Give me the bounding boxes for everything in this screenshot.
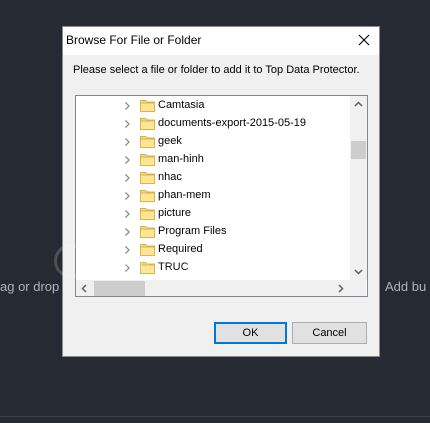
close-button[interactable] (349, 27, 379, 53)
tree-item-label: documents-export-2015-05-19 (158, 117, 306, 129)
tree-item-label: TRUC (158, 261, 189, 273)
folder-icon (140, 154, 155, 166)
cancel-button[interactable]: Cancel (292, 322, 367, 344)
scroll-right-button[interactable] (332, 280, 349, 296)
close-icon (358, 34, 370, 46)
chevron-right-icon[interactable] (122, 245, 132, 255)
dialog-title: Browse For File or Folder (66, 33, 202, 47)
chevron-right-icon[interactable] (122, 155, 132, 165)
tree-item-label: phan-mem (158, 189, 211, 201)
vertical-scroll-thumb[interactable] (351, 141, 366, 159)
scroll-up-button[interactable] (350, 96, 367, 113)
folder-icon (140, 226, 155, 238)
tree-item-label: geek (158, 135, 182, 147)
tree-item[interactable]: TRUC (76, 259, 349, 277)
folder-icon (140, 208, 155, 220)
tree-item-label: Required (158, 243, 203, 255)
chevron-right-icon[interactable] (122, 101, 132, 111)
chevron-right-icon[interactable] (122, 173, 132, 183)
dialog-titlebar: Browse For File or Folder (63, 27, 379, 55)
tree-item-label: Camtasia (158, 99, 205, 111)
drop-zone-hint: ag or drop (0, 279, 60, 294)
folder-tree[interactable]: Camtasia documents-export-2015-05-19 geek m… (75, 95, 368, 297)
tree-item[interactable]: Program Files (76, 223, 349, 241)
folder-icon (140, 100, 155, 112)
tree-item[interactable]: phan-mem (76, 187, 349, 205)
tree-item[interactable]: Camtasia (76, 97, 349, 115)
tree-item[interactable]: man-hinh (76, 151, 349, 169)
scroll-left-button[interactable] (76, 280, 93, 296)
folder-icon (140, 262, 155, 274)
scrollbar-corner (349, 280, 366, 296)
chevron-right-icon (338, 284, 344, 293)
folder-icon (140, 118, 155, 130)
chevron-right-icon[interactable] (122, 191, 132, 201)
folder-icon (140, 136, 155, 148)
tree-rows: Camtasia documents-export-2015-05-19 geek m… (76, 96, 349, 280)
browse-dialog: Browse For File or Folder Please select … (62, 26, 380, 357)
horizontal-scrollbar[interactable] (76, 280, 349, 296)
scroll-down-button[interactable] (350, 263, 367, 280)
add-button-hint: Add bu (385, 279, 427, 294)
ok-button[interactable]: OK (214, 322, 287, 344)
chevron-right-icon[interactable] (122, 119, 132, 129)
folder-icon (140, 190, 155, 202)
folder-icon (140, 172, 155, 184)
bottom-divider (0, 416, 430, 417)
chevron-right-icon[interactable] (122, 227, 132, 237)
chevron-right-icon[interactable] (122, 263, 132, 273)
vertical-scrollbar[interactable] (350, 96, 367, 280)
tree-item[interactable]: picture (76, 205, 349, 223)
tree-item-label: picture (158, 207, 192, 219)
horizontal-scroll-thumb[interactable] (94, 281, 145, 296)
folder-icon (140, 244, 155, 256)
tree-item[interactable]: nhac (76, 169, 349, 187)
dialog-prompt: Please select a file or folder to add it… (73, 64, 360, 76)
tree-item-label: nhac (158, 171, 182, 183)
chevron-left-icon (81, 284, 87, 293)
chevron-up-icon (354, 101, 363, 107)
tree-item-label: Program Files (158, 225, 227, 237)
tree-item[interactable]: documents-export-2015-05-19 (76, 115, 349, 133)
tree-item-label: man-hinh (158, 153, 204, 165)
tree-item[interactable]: Required (76, 241, 349, 259)
chevron-down-icon (354, 269, 363, 275)
chevron-right-icon[interactable] (122, 209, 132, 219)
tree-item[interactable]: geek (76, 133, 349, 151)
chevron-right-icon[interactable] (122, 137, 132, 147)
